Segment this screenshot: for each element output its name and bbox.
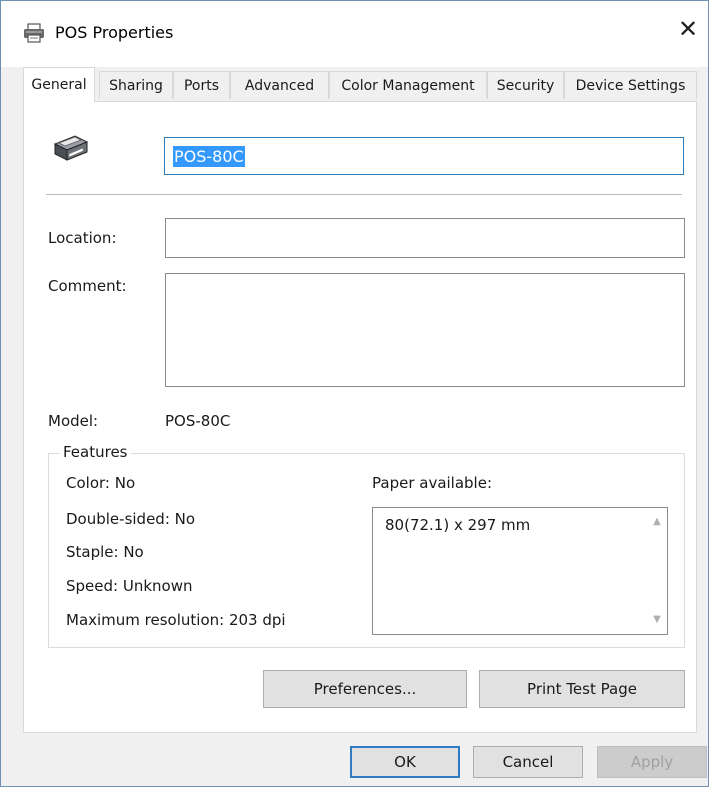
general-panel: POS-80C Location: Comment: Model: POS-80… xyxy=(23,101,697,733)
tab-label: Security xyxy=(496,77,555,94)
preferences-button[interactable]: Preferences... xyxy=(263,670,467,708)
preferences-button-label: Preferences... xyxy=(313,680,417,698)
feature-staple: Staple: No xyxy=(66,543,144,561)
feature-speed: Speed: Unknown xyxy=(66,577,193,595)
printer-icon xyxy=(24,23,44,43)
title-bar[interactable]: POS Properties ✕ xyxy=(1,1,708,67)
features-title: Features xyxy=(60,443,131,461)
paper-item[interactable]: 80(72.1) x 297 mm xyxy=(385,516,530,534)
comment-label: Comment: xyxy=(48,277,127,295)
ok-button-label: OK xyxy=(394,753,416,771)
printer-name-text: POS-80C xyxy=(173,145,245,167)
paper-available-label: Paper available: xyxy=(372,474,493,492)
tab-advanced[interactable]: Advanced xyxy=(230,71,329,99)
feature-max-resolution: Maximum resolution: 203 dpi xyxy=(66,611,286,629)
tab-label: Color Management xyxy=(341,77,475,94)
tab-security[interactable]: Security xyxy=(487,71,564,99)
apply-button[interactable]: Apply xyxy=(597,746,707,778)
tab-color-management[interactable]: Color Management xyxy=(329,71,487,99)
properties-window: POS Properties ✕ General Sharing Ports A… xyxy=(0,0,709,787)
paper-list[interactable]: 80(72.1) x 297 mm ▲ ▼ xyxy=(372,507,668,635)
tab-label: Sharing xyxy=(109,77,163,94)
tab-device-settings[interactable]: Device Settings xyxy=(564,71,697,99)
paper-list-scrollbar[interactable]: ▲ ▼ xyxy=(647,508,667,634)
model-label: Model: xyxy=(48,412,99,430)
close-icon: ✕ xyxy=(677,15,699,43)
printer-icon xyxy=(53,135,89,161)
tab-general[interactable]: General xyxy=(23,67,95,102)
cancel-button-label: Cancel xyxy=(502,753,554,771)
print-test-page-button[interactable]: Print Test Page xyxy=(479,670,685,708)
model-value: POS-80C xyxy=(165,412,231,430)
ok-button[interactable]: OK xyxy=(350,746,460,778)
tab-ports[interactable]: Ports xyxy=(173,71,230,99)
tab-strip: General Sharing Ports Advanced Color Man… xyxy=(23,67,697,102)
location-input[interactable] xyxy=(165,218,685,258)
feature-double-sided: Double-sided: No xyxy=(66,510,196,528)
print-test-page-button-label: Print Test Page xyxy=(527,680,637,698)
separator xyxy=(46,194,682,195)
apply-button-label: Apply xyxy=(630,753,674,771)
scroll-down-icon[interactable]: ▼ xyxy=(651,614,663,626)
scroll-up-icon[interactable]: ▲ xyxy=(651,516,663,528)
tab-label: Advanced xyxy=(244,77,315,94)
close-button[interactable]: ✕ xyxy=(668,9,708,49)
tab-label: Ports xyxy=(183,77,220,94)
comment-input[interactable] xyxy=(165,273,685,387)
window-title: POS Properties xyxy=(55,23,174,42)
tab-sharing[interactable]: Sharing xyxy=(99,71,173,99)
tab-label: General xyxy=(31,77,87,93)
location-label: Location: xyxy=(48,229,117,247)
printer-name-input[interactable]: POS-80C xyxy=(164,137,684,175)
feature-color: Color: No xyxy=(66,474,136,492)
tab-label: Device Settings xyxy=(575,77,686,94)
cancel-button[interactable]: Cancel xyxy=(473,746,583,778)
